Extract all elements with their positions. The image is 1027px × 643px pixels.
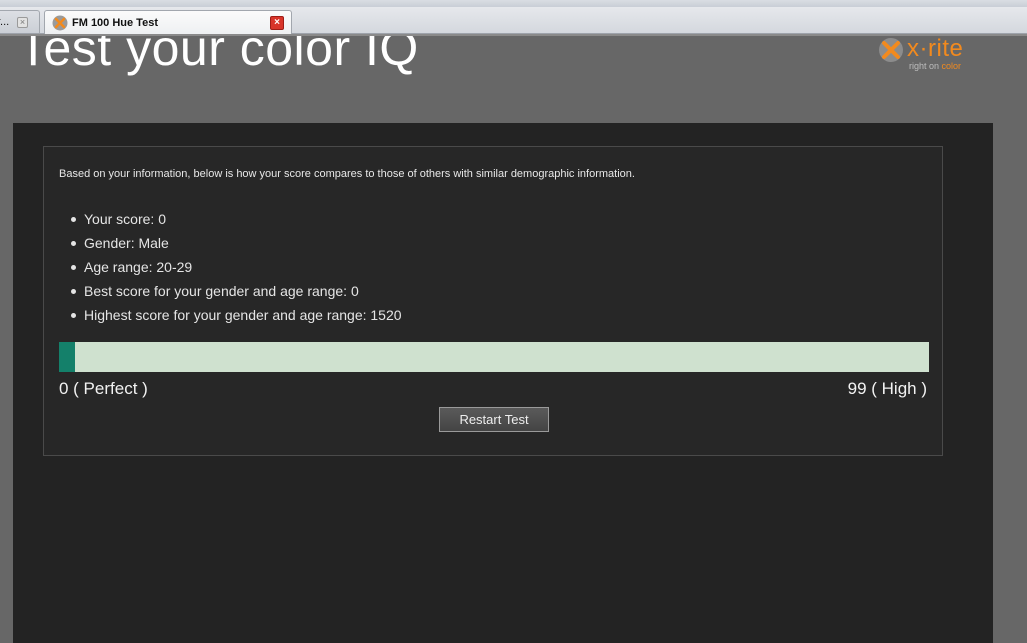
stat-highest-score: Highest score for your gender and age ra… bbox=[68, 303, 402, 327]
tab-previous[interactable]: r... × bbox=[0, 10, 40, 33]
xrite-favicon-icon bbox=[52, 15, 68, 30]
tab-close-icon[interactable]: × bbox=[17, 16, 28, 28]
bullet-icon bbox=[71, 313, 76, 318]
logo-tagline: right on color bbox=[909, 61, 961, 71]
score-bar bbox=[59, 342, 929, 372]
xrite-logo[interactable]: x·rite right on color bbox=[878, 35, 978, 75]
bullet-icon bbox=[71, 241, 76, 246]
stats-list: Your score: 0 Gender: Male Age range: 20… bbox=[68, 207, 402, 327]
bullet-icon bbox=[71, 217, 76, 222]
browser-chrome: r... × FM 100 Hue Test × bbox=[0, 0, 1027, 36]
stat-best-score: Best score for your gender and age range… bbox=[68, 279, 402, 303]
bullet-icon bbox=[71, 265, 76, 270]
tab-close-icon[interactable]: × bbox=[270, 16, 284, 30]
score-bar-fill bbox=[59, 342, 75, 372]
stat-gender: Gender: Male bbox=[68, 231, 402, 255]
tab-title: r... bbox=[0, 16, 10, 28]
stat-age-range: Age range: 20-29 bbox=[68, 255, 402, 279]
tab-strip: r... × FM 100 Hue Test × bbox=[0, 7, 1027, 34]
logo-tagline-accent: color bbox=[941, 61, 962, 71]
logo-brand: x·rite bbox=[907, 35, 964, 62]
tab-fm100-hue-test[interactable]: FM 100 Hue Test × bbox=[44, 10, 292, 34]
content-panel: Based on your information, below is how … bbox=[13, 123, 993, 643]
logo-tagline-prefix: right on bbox=[909, 61, 942, 71]
scale-min-label: 0 ( Perfect ) bbox=[59, 379, 148, 398]
bullet-icon bbox=[71, 289, 76, 294]
scale-max-label: 99 ( High ) bbox=[847, 379, 927, 398]
restart-test-button[interactable]: Restart Test bbox=[439, 407, 549, 432]
viewport-edge bbox=[0, 34, 1027, 36]
tab-title: FM 100 Hue Test bbox=[72, 16, 158, 29]
xrite-logo-icon bbox=[879, 38, 903, 62]
results-box: Based on your information, below is how … bbox=[43, 146, 943, 456]
results-intro: Based on your information, below is how … bbox=[59, 168, 635, 180]
stat-your-score: Your score: 0 bbox=[68, 207, 402, 231]
